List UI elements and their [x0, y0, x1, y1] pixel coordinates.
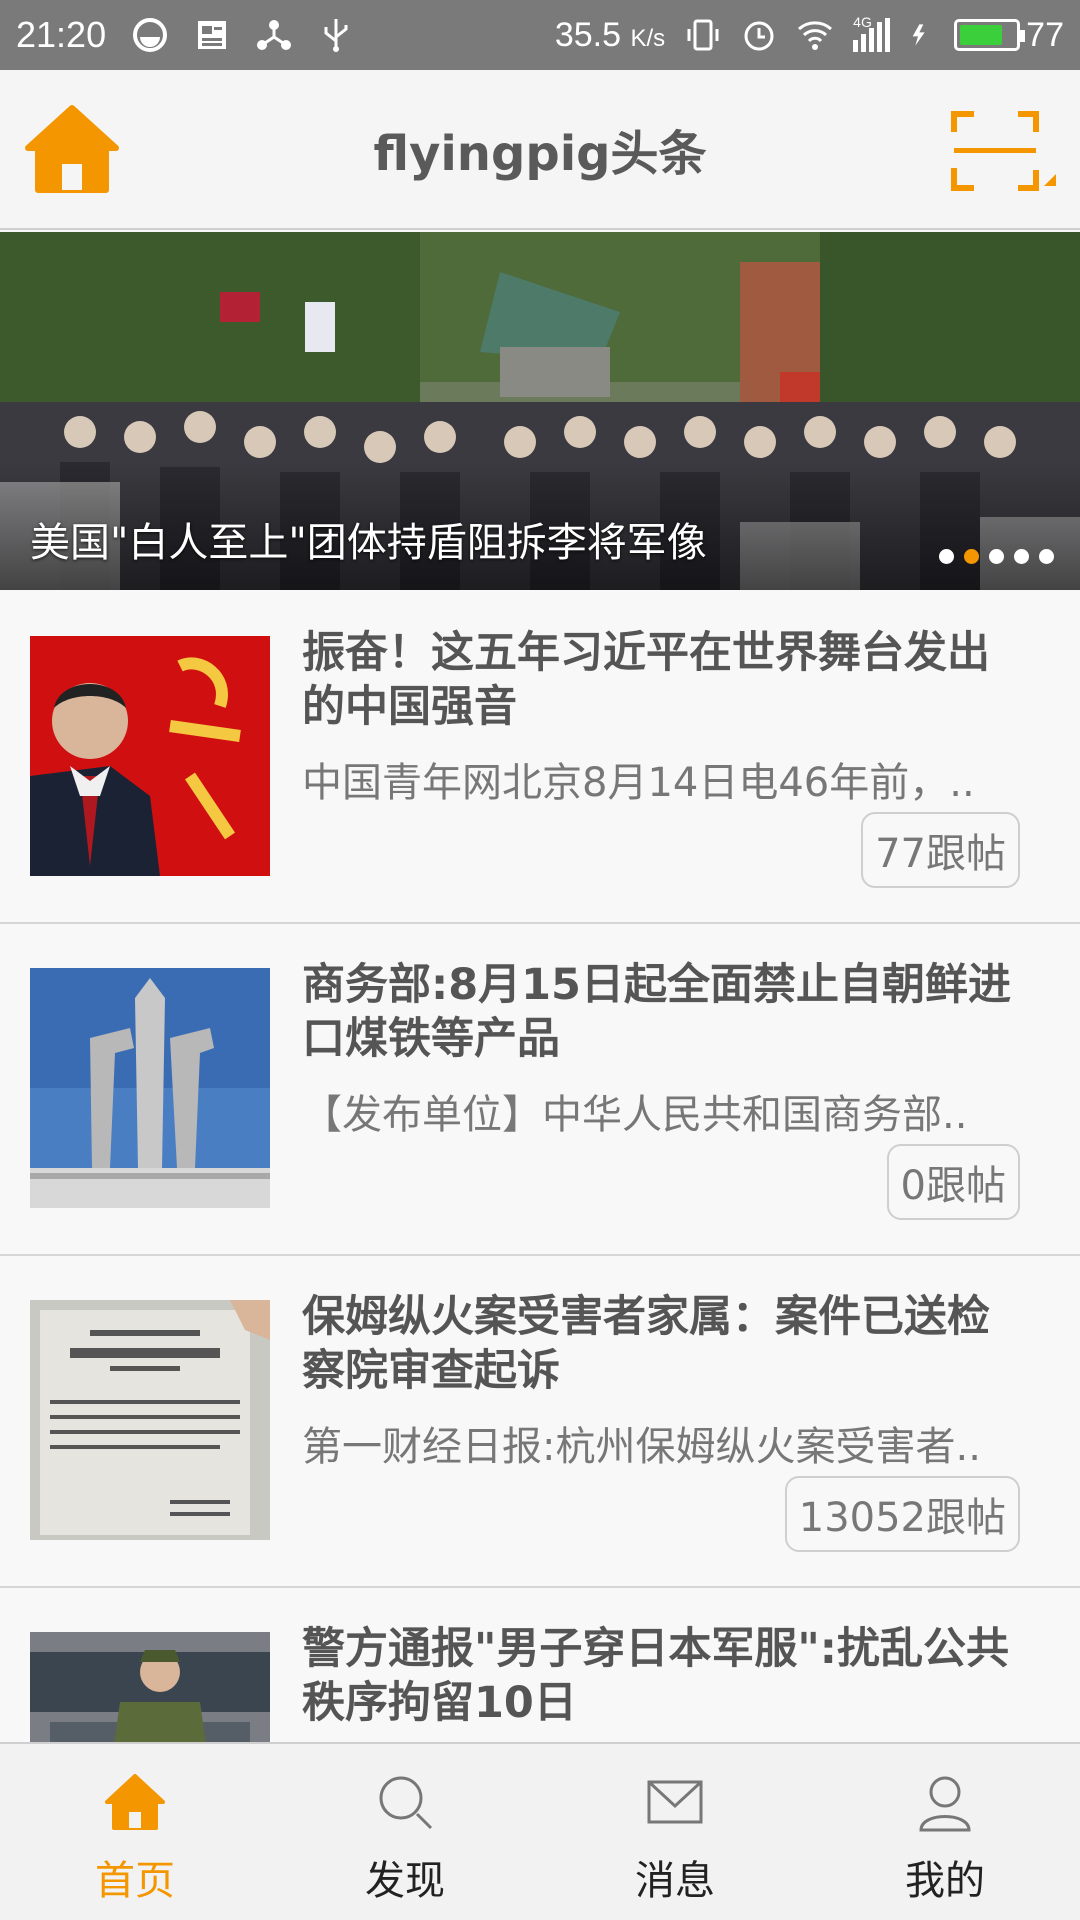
tab-profile[interactable]: 我的 — [810, 1744, 1080, 1920]
tab-label: 消息 — [635, 1858, 715, 1904]
app-header: flyingpig头条 — [0, 70, 1080, 230]
bottom-nav: 首页 发现 消息 我的 — [0, 1742, 1080, 1920]
news-summary: 【发布单位】中华人民共和国商务部.. — [302, 1092, 968, 1138]
mail-icon — [647, 1780, 703, 1824]
news-title[interactable]: 振奋！这五年习近平在世界舞台发出的中国强音 — [302, 626, 1032, 734]
usb-icon — [324, 19, 348, 52]
tab-home[interactable]: 首页 — [0, 1744, 270, 1920]
app-notification-icon — [133, 18, 168, 52]
status-time: 21:20 — [16, 14, 107, 55]
carousel-dot — [989, 549, 1004, 564]
tab-discover[interactable]: 发现 — [270, 1744, 540, 1920]
news-item[interactable]: 商务部:8月15日起全面禁止自朝鲜进口煤铁等产品 【发布单位】中华人民共和国商务… — [0, 924, 1080, 1256]
carousel-dot — [1014, 549, 1029, 564]
news-thumbnail — [30, 968, 270, 1208]
tab-label: 发现 — [365, 1858, 445, 1904]
tab-messages[interactable]: 消息 — [540, 1744, 810, 1920]
news-title[interactable]: 警方通报"男子穿日本军服":扰乱公共秩序拘留10日 — [302, 1622, 1032, 1730]
net-speed: 35.5 K/s — [554, 15, 666, 54]
news-item[interactable]: 警方通报"男子穿日本军服":扰乱公共秩序拘留10日 — [0, 1588, 1080, 1742]
signal-icon: 4G — [853, 14, 891, 52]
tab-label: 首页 — [95, 1858, 175, 1904]
banner-caption[interactable]: 美国"白人至上"团体持盾阻拆李将军像 — [30, 510, 707, 568]
home-icon — [105, 1774, 165, 1830]
alarm-icon — [744, 21, 774, 51]
news-thumbnail — [30, 636, 270, 876]
news-title[interactable]: 商务部:8月15日起全面禁止自朝鲜进口煤铁等产品 — [302, 958, 1032, 1066]
carousel-dot-active — [964, 549, 979, 564]
tab-label: 我的 — [905, 1858, 985, 1904]
carousel-dot — [1039, 549, 1054, 564]
user-icon — [919, 1776, 971, 1832]
news-item[interactable]: 振奋！这五年习近平在世界舞台发出的中国强音 中国青年网北京8月14日电46年前，… — [0, 592, 1080, 924]
wifi-icon — [798, 21, 833, 50]
carousel-indicator — [939, 549, 1054, 564]
carousel-dot — [939, 549, 954, 564]
home-icon[interactable] — [22, 100, 122, 200]
news-title[interactable]: 保姆纵火案受害者家属：案件已送检察院审查起诉 — [302, 1290, 1032, 1398]
news-thumbnail — [30, 1300, 270, 1540]
battery-indicator: 77 — [954, 16, 1064, 55]
news-feed[interactable]: 振奋！这五年习近平在世界舞台发出的中国强音 中国青年网北京8月14日电46年前，… — [0, 592, 1080, 1742]
share-network-icon — [257, 20, 292, 50]
reply-count-badge[interactable]: 0跟帖 — [886, 1144, 1020, 1220]
search-icon — [379, 1776, 433, 1830]
reply-count-badge[interactable]: 13052跟帖 — [784, 1476, 1020, 1552]
page-title: flyingpig头条 — [373, 126, 707, 182]
headline-carousel[interactable]: 美国"白人至上"团体持盾阻拆李将军像 — [0, 232, 1080, 590]
news-summary: 中国青年网北京8月14日电46年前，.. — [302, 760, 975, 806]
news-item[interactable]: 保姆纵火案受害者家属：案件已送检察院审查起诉 第一财经日报:杭州保姆纵火案受害者… — [0, 1256, 1080, 1588]
status-bar: 21:20 35.5 K/s 4G 77 — [0, 0, 1080, 70]
reply-count-badge[interactable]: 77跟帖 — [861, 812, 1020, 888]
news-thumbnail — [30, 1632, 270, 1742]
scan-icon[interactable] — [948, 108, 1058, 198]
news-summary: 第一财经日报:杭州保姆纵火案受害者.. — [302, 1424, 981, 1470]
charging-icon — [912, 24, 925, 46]
vibrate-icon — [687, 19, 719, 51]
news-notification-icon — [198, 21, 227, 49]
